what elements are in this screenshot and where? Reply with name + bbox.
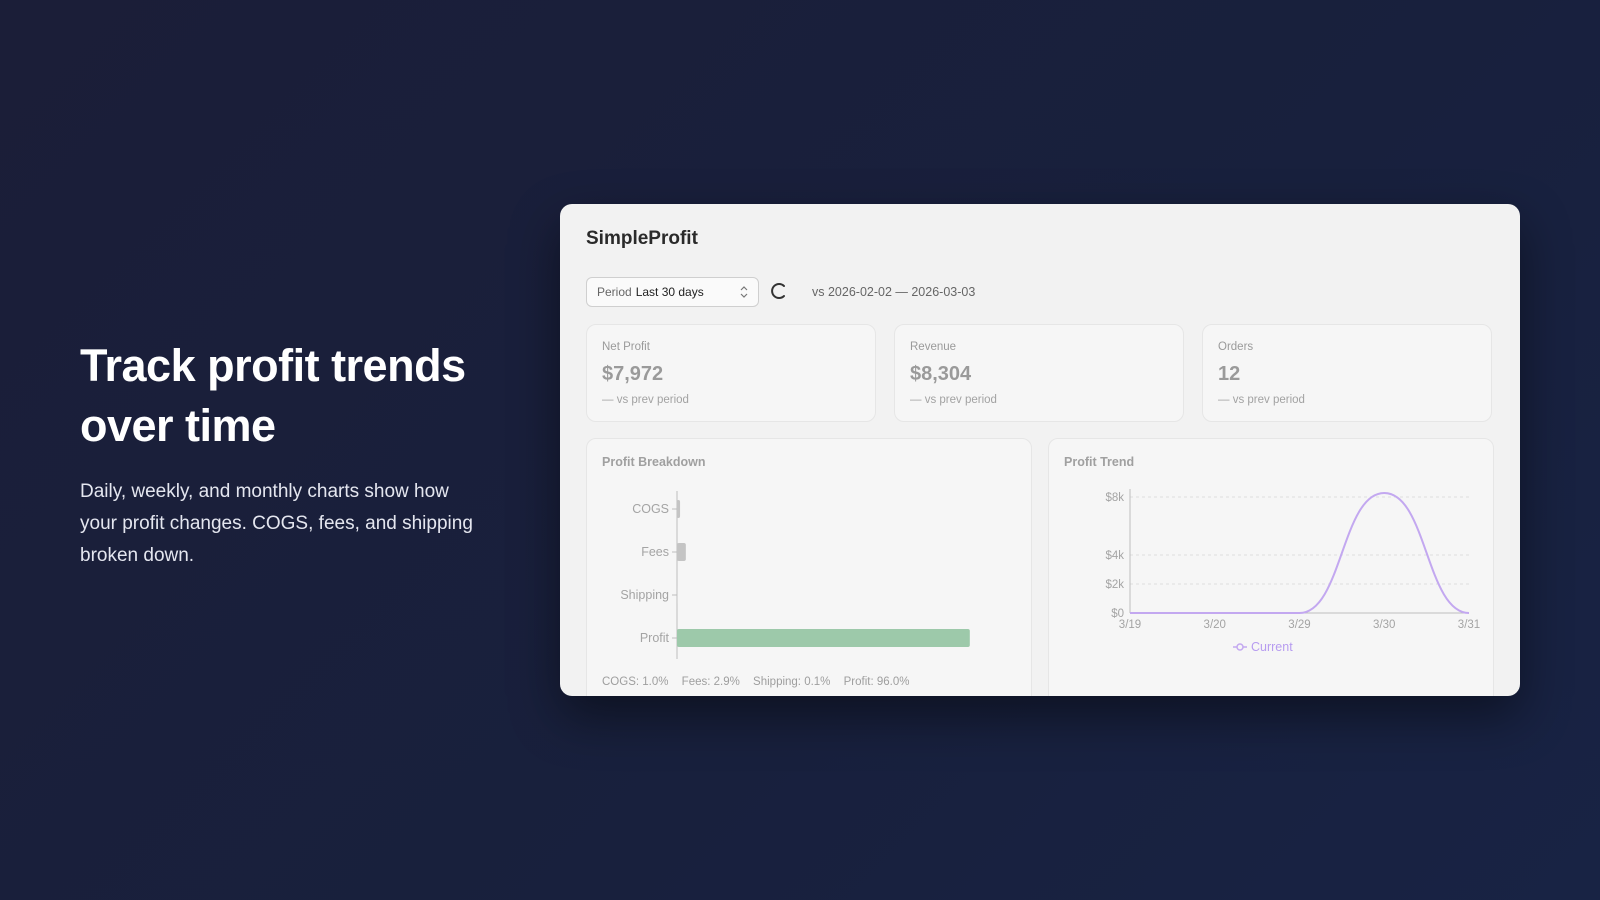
- x-tick-label: 3/19: [1119, 619, 1141, 631]
- period-label: Period: [597, 285, 632, 299]
- x-tick-label: 3/29: [1288, 619, 1310, 631]
- bar-label-profit: Profit: [640, 631, 670, 645]
- period-select[interactable]: Period Last 30 days: [586, 277, 759, 307]
- chevron-updown-icon: [740, 286, 748, 298]
- kpi-change: — vs prev period: [1218, 394, 1305, 406]
- period-value: Last 30 days: [635, 285, 704, 299]
- y-tick-label: $2k: [1105, 579, 1124, 591]
- app-title: SimpleProfit: [586, 228, 698, 249]
- kpi-value: $8,304: [910, 363, 972, 385]
- series-line-current: [1130, 491, 1470, 614]
- profit-trend-panel: Profit Trend $0 $2k $4k $8k 3/19 3/20 3/29 3/30…: [1048, 438, 1494, 696]
- legend-label-current: Current: [1251, 640, 1293, 654]
- bar-profit: [677, 629, 970, 647]
- kpi-change: — vs prev period: [602, 394, 689, 406]
- hero: Track profit trends over time Daily, wee…: [80, 336, 500, 572]
- kpi-change: — vs prev period: [910, 394, 997, 406]
- kpi-revenue: Revenue $8,304 — vs prev period: [894, 324, 1184, 422]
- x-tick-label: 3/20: [1204, 619, 1226, 631]
- bar-fees: [677, 543, 686, 561]
- kpi-value: 12: [1218, 363, 1241, 385]
- hero-title: Track profit trends over time: [80, 340, 466, 451]
- breakdown-percentages: COGS: 1.0% Fees: 2.9% Shipping: 0.1% Pro…: [602, 676, 919, 688]
- pct-fees: Fees: 2.9%: [681, 676, 740, 688]
- comparison-range: vs 2026-02-02 — 2026-03-03: [812, 285, 976, 299]
- pct-shipping: Shipping: 0.1%: [753, 676, 831, 688]
- bar-label-cogs: COGS: [632, 502, 669, 516]
- bar-cogs: [677, 500, 681, 518]
- loading-spinner-icon: [771, 283, 785, 299]
- pct-cogs: COGS: 1.0%: [602, 676, 669, 688]
- x-tick-label: 3/30: [1373, 619, 1395, 631]
- kpi-net-profit: Net Profit $7,972 — vs prev period: [586, 324, 876, 422]
- kpi-value: $7,972: [602, 363, 664, 385]
- bar-label-shipping: Shipping: [620, 588, 669, 602]
- profit-breakdown-chart: COGS Fees Shipping Profit: [620, 491, 970, 659]
- kpi-label: Revenue: [910, 341, 957, 353]
- legend-marker: [1236, 643, 1244, 651]
- app-window: SimpleProfit Period Last 30 days vs 2026…: [560, 204, 1520, 696]
- bar-label-fees: Fees: [641, 545, 669, 559]
- kpi-label: Net Profit: [602, 341, 650, 353]
- kpi-label: Orders: [1218, 341, 1254, 353]
- x-tick-label: 3/31: [1458, 619, 1480, 631]
- y-tick-label: $4k: [1105, 550, 1124, 562]
- profit-trend-chart: $0$2k$4k$8k3/19 3/20 3/29 3/30 3/31Current: [1105, 489, 1480, 654]
- y-tick-label: $8k: [1105, 492, 1124, 504]
- pct-profit: Profit: 96.0%: [843, 676, 910, 688]
- profit-breakdown-panel: Profit Breakdown COGS Fees Shipping Profit …: [586, 438, 1032, 696]
- kpi-orders: Orders 12 — vs prev period: [1202, 324, 1492, 422]
- hero-description: Daily, weekly, and monthly charts show h…: [80, 481, 473, 566]
